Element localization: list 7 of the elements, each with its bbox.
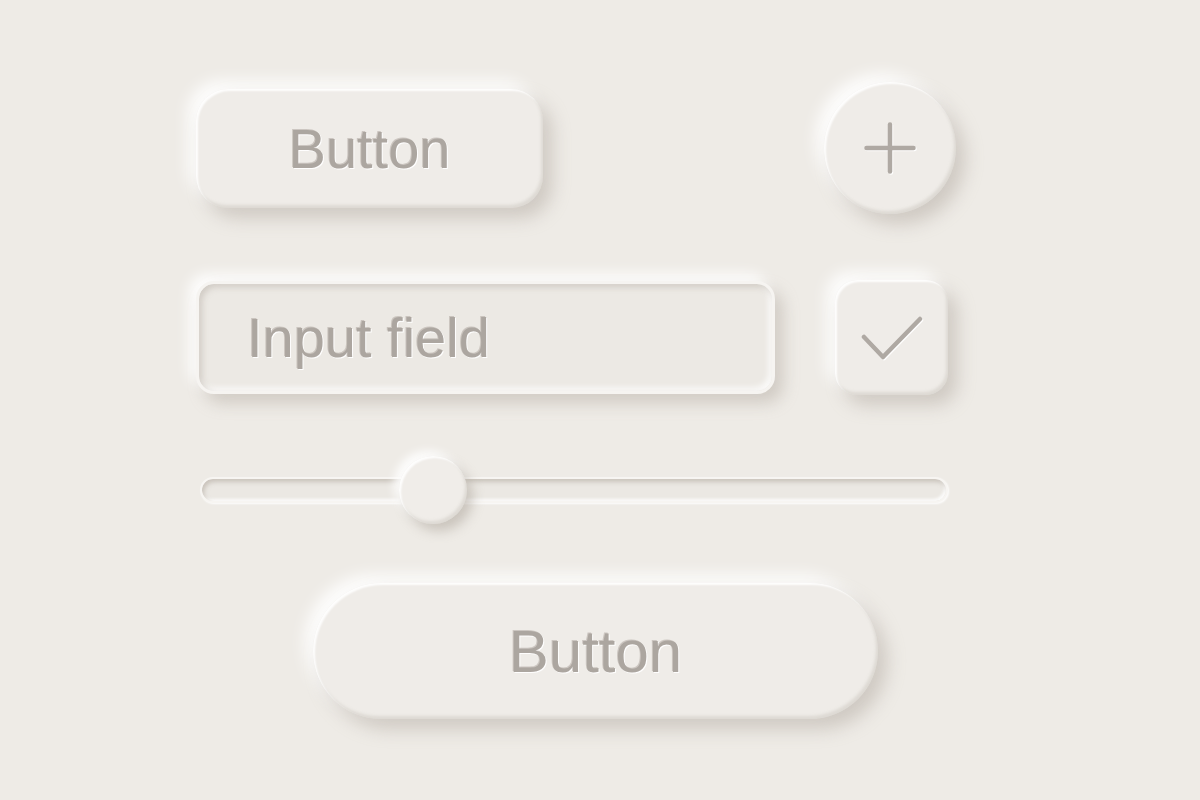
checkbox[interactable] — [835, 280, 948, 395]
top-button[interactable]: Button — [196, 88, 543, 208]
input-field[interactable]: Input field — [196, 281, 775, 394]
plus-icon — [864, 122, 916, 174]
bottom-button[interactable]: Button — [313, 583, 878, 719]
slider-thumb[interactable] — [398, 456, 467, 524]
check-icon — [860, 314, 923, 361]
